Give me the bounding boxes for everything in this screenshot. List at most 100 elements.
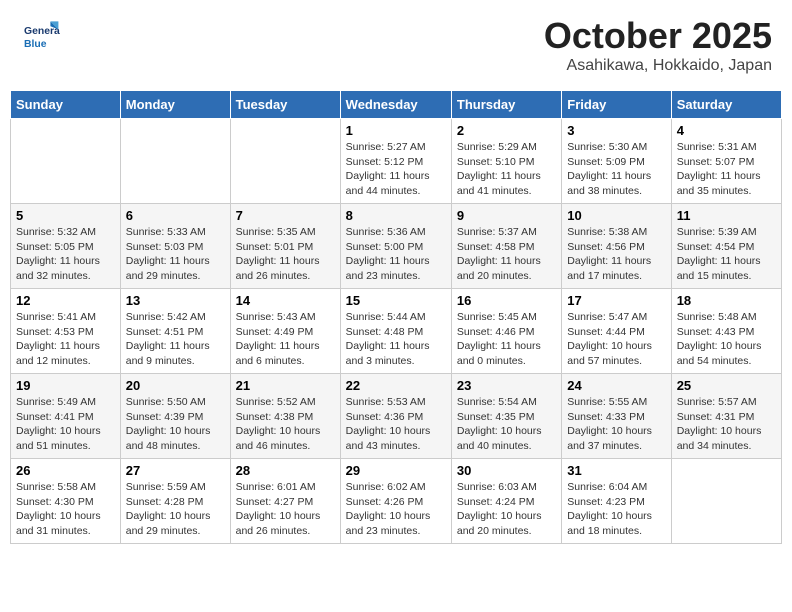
- weekday-header-wednesday: Wednesday: [340, 91, 451, 119]
- weekday-header-tuesday: Tuesday: [230, 91, 340, 119]
- weekday-header-friday: Friday: [562, 91, 671, 119]
- day-info: Sunrise: 5:52 AM Sunset: 4:38 PM Dayligh…: [236, 395, 335, 454]
- calendar-cell: 10Sunrise: 5:38 AM Sunset: 4:56 PM Dayli…: [562, 204, 671, 289]
- day-number: 29: [346, 463, 446, 478]
- day-number: 14: [236, 293, 335, 308]
- day-number: 26: [16, 463, 115, 478]
- calendar-cell: 3 Sunrise: 5:30 AM Sunset: 5:09 PM Daylig…: [562, 119, 671, 204]
- day-number: 23: [457, 378, 556, 393]
- day-number: 10: [567, 208, 665, 223]
- day-info: Sunrise: 6:01 AM Sunset: 4:27 PM Dayligh…: [236, 480, 335, 539]
- calendar-table: SundayMondayTuesdayWednesdayThursdayFrid…: [10, 90, 782, 544]
- page-header: General Blue October 2025 Asahikawa, Hok…: [10, 10, 782, 80]
- day-info: Sunrise: 6:03 AM Sunset: 4:24 PM Dayligh…: [457, 480, 556, 539]
- calendar-cell: 4 Sunrise: 5:31 AM Sunset: 5:07 PM Daylig…: [671, 119, 781, 204]
- day-info: Sunrise: 6:02 AM Sunset: 4:26 PM Dayligh…: [346, 480, 446, 539]
- day-info: Sunrise: 5:55 AM Sunset: 4:33 PM Dayligh…: [567, 395, 665, 454]
- day-number: 13: [126, 293, 225, 308]
- day-number: 15: [346, 293, 446, 308]
- day-number: 25: [677, 378, 776, 393]
- week-row-1: 1 Sunrise: 5:27 AM Sunset: 5:12 PM Daylig…: [11, 119, 782, 204]
- day-info: Sunrise: 6:04 AM Sunset: 4:23 PM Dayligh…: [567, 480, 665, 539]
- day-number: 28: [236, 463, 335, 478]
- weekday-header-row: SundayMondayTuesdayWednesdayThursdayFrid…: [11, 91, 782, 119]
- logo: General Blue: [20, 15, 64, 55]
- day-info: Sunrise: 5:36 AM Sunset: 5:00 PM Dayligh…: [346, 225, 446, 284]
- day-number: 3: [567, 123, 665, 138]
- day-info: Sunrise: 5:39 AM Sunset: 4:54 PM Dayligh…: [677, 225, 776, 284]
- week-row-2: 5Sunrise: 5:32 AM Sunset: 5:05 PM Daylig…: [11, 204, 782, 289]
- day-number: 18: [677, 293, 776, 308]
- day-info: Sunrise: 5:32 AM Sunset: 5:05 PM Dayligh…: [16, 225, 115, 284]
- title-area: October 2025 Asahikawa, Hokkaido, Japan: [544, 15, 772, 75]
- calendar-cell: 13 Sunrise: 5:42 AM Sunset: 4:51 PM Dayli…: [120, 289, 230, 374]
- day-number: 2: [457, 123, 556, 138]
- day-number: 17: [567, 293, 665, 308]
- day-info: Sunrise: 5:33 AM Sunset: 5:03 PM Dayligh…: [126, 225, 225, 284]
- calendar-cell: [230, 119, 340, 204]
- calendar-cell: 19 Sunrise: 5:49 AM Sunset: 4:41 PM Dayli…: [11, 374, 121, 459]
- calendar-cell: 25 Sunrise: 5:57 AM Sunset: 4:31 PM Dayli…: [671, 374, 781, 459]
- day-info: Sunrise: 5:27 AM Sunset: 5:12 PM Dayligh…: [346, 140, 446, 199]
- day-info: Sunrise: 5:48 AM Sunset: 4:43 PM Dayligh…: [677, 310, 776, 369]
- calendar-cell: 16 Sunrise: 5:45 AM Sunset: 4:46 PM Dayli…: [451, 289, 561, 374]
- day-info: Sunrise: 5:35 AM Sunset: 5:01 PM Dayligh…: [236, 225, 335, 284]
- day-number: 21: [236, 378, 335, 393]
- day-info: Sunrise: 5:44 AM Sunset: 4:48 PM Dayligh…: [346, 310, 446, 369]
- calendar-cell: 15 Sunrise: 5:44 AM Sunset: 4:48 PM Dayli…: [340, 289, 451, 374]
- calendar-cell: 14 Sunrise: 5:43 AM Sunset: 4:49 PM Dayli…: [230, 289, 340, 374]
- week-row-4: 19 Sunrise: 5:49 AM Sunset: 4:41 PM Dayli…: [11, 374, 782, 459]
- day-info: Sunrise: 5:43 AM Sunset: 4:49 PM Dayligh…: [236, 310, 335, 369]
- day-info: Sunrise: 5:49 AM Sunset: 4:41 PM Dayligh…: [16, 395, 115, 454]
- calendar-cell: [120, 119, 230, 204]
- day-number: 4: [677, 123, 776, 138]
- calendar-cell: 21 Sunrise: 5:52 AM Sunset: 4:38 PM Dayli…: [230, 374, 340, 459]
- svg-text:Blue: Blue: [24, 39, 47, 50]
- day-number: 6: [126, 208, 225, 223]
- calendar-cell: 23 Sunrise: 5:54 AM Sunset: 4:35 PM Dayli…: [451, 374, 561, 459]
- logo-icon: General Blue: [20, 15, 60, 55]
- day-info: Sunrise: 5:37 AM Sunset: 4:58 PM Dayligh…: [457, 225, 556, 284]
- day-info: Sunrise: 5:30 AM Sunset: 5:09 PM Dayligh…: [567, 140, 665, 199]
- calendar-cell: 8Sunrise: 5:36 AM Sunset: 5:00 PM Daylig…: [340, 204, 451, 289]
- calendar-cell: 30 Sunrise: 6:03 AM Sunset: 4:24 PM Dayli…: [451, 459, 561, 544]
- day-info: Sunrise: 5:54 AM Sunset: 4:35 PM Dayligh…: [457, 395, 556, 454]
- day-info: Sunrise: 5:59 AM Sunset: 4:28 PM Dayligh…: [126, 480, 225, 539]
- weekday-header-monday: Monday: [120, 91, 230, 119]
- day-number: 11: [677, 208, 776, 223]
- calendar-cell: 31 Sunrise: 6:04 AM Sunset: 4:23 PM Dayli…: [562, 459, 671, 544]
- day-info: Sunrise: 5:57 AM Sunset: 4:31 PM Dayligh…: [677, 395, 776, 454]
- day-number: 27: [126, 463, 225, 478]
- calendar-cell: 7 Sunrise: 5:35 AM Sunset: 5:01 PM Daylig…: [230, 204, 340, 289]
- day-number: 9: [457, 208, 556, 223]
- day-number: 1: [346, 123, 446, 138]
- calendar-cell: 22 Sunrise: 5:53 AM Sunset: 4:36 PM Dayli…: [340, 374, 451, 459]
- day-number: 31: [567, 463, 665, 478]
- weekday-header-thursday: Thursday: [451, 91, 561, 119]
- month-title: October 2025: [544, 15, 772, 57]
- day-info: Sunrise: 5:53 AM Sunset: 4:36 PM Dayligh…: [346, 395, 446, 454]
- calendar-cell: 24 Sunrise: 5:55 AM Sunset: 4:33 PM Dayli…: [562, 374, 671, 459]
- day-number: 16: [457, 293, 556, 308]
- calendar-cell: 2 Sunrise: 5:29 AM Sunset: 5:10 PM Daylig…: [451, 119, 561, 204]
- day-number: 19: [16, 378, 115, 393]
- day-info: Sunrise: 5:42 AM Sunset: 4:51 PM Dayligh…: [126, 310, 225, 369]
- day-number: 24: [567, 378, 665, 393]
- day-number: 7: [236, 208, 335, 223]
- calendar-cell: 17 Sunrise: 5:47 AM Sunset: 4:44 PM Dayli…: [562, 289, 671, 374]
- day-info: Sunrise: 5:45 AM Sunset: 4:46 PM Dayligh…: [457, 310, 556, 369]
- week-row-3: 12Sunrise: 5:41 AM Sunset: 4:53 PM Dayli…: [11, 289, 782, 374]
- day-info: Sunrise: 5:47 AM Sunset: 4:44 PM Dayligh…: [567, 310, 665, 369]
- weekday-header-sunday: Sunday: [11, 91, 121, 119]
- day-info: Sunrise: 5:31 AM Sunset: 5:07 PM Dayligh…: [677, 140, 776, 199]
- day-info: Sunrise: 5:58 AM Sunset: 4:30 PM Dayligh…: [16, 480, 115, 539]
- calendar-cell: [671, 459, 781, 544]
- day-number: 22: [346, 378, 446, 393]
- day-info: Sunrise: 5:50 AM Sunset: 4:39 PM Dayligh…: [126, 395, 225, 454]
- calendar-cell: 1 Sunrise: 5:27 AM Sunset: 5:12 PM Daylig…: [340, 119, 451, 204]
- day-info: Sunrise: 5:29 AM Sunset: 5:10 PM Dayligh…: [457, 140, 556, 199]
- calendar-cell: 11 Sunrise: 5:39 AM Sunset: 4:54 PM Dayli…: [671, 204, 781, 289]
- day-number: 30: [457, 463, 556, 478]
- calendar-cell: 28 Sunrise: 6:01 AM Sunset: 4:27 PM Dayli…: [230, 459, 340, 544]
- calendar-cell: 9 Sunrise: 5:37 AM Sunset: 4:58 PM Daylig…: [451, 204, 561, 289]
